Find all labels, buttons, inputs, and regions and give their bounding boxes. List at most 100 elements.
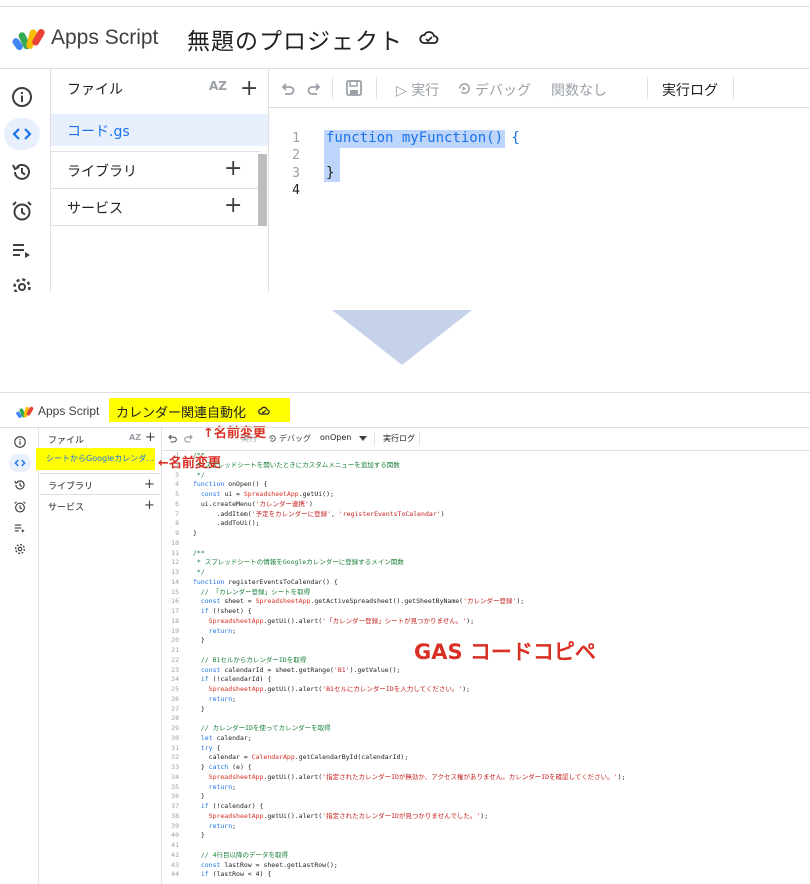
function-select[interactable]: onOpen bbox=[320, 433, 351, 442]
libraries-section[interactable]: ライブラリ + bbox=[51, 151, 261, 188]
info-icon[interactable] bbox=[10, 85, 34, 109]
sort-az-icon[interactable]: AZ bbox=[209, 79, 227, 93]
editor-toolbar: 実行 デバッグ onOpen 実行ログ bbox=[161, 428, 810, 451]
code-line: } bbox=[326, 164, 335, 181]
code-editor[interactable]: 1 function myFunction() {2 3} 4 bbox=[268, 108, 810, 292]
execution-log-button[interactable]: 実行ログ bbox=[662, 80, 718, 100]
app-name: Apps Script bbox=[38, 404, 100, 418]
code-row: 44 if (lastRow < 4) { bbox=[161, 870, 810, 879]
add-service-icon[interactable]: + bbox=[224, 195, 242, 217]
alarm-clock-icon[interactable] bbox=[10, 199, 34, 223]
history-icon[interactable] bbox=[10, 160, 34, 184]
history-icon[interactable] bbox=[13, 478, 27, 492]
code-line: * スプレッドシートの情報をGoogleカレンダーに登録するメイン関数 bbox=[193, 558, 404, 567]
function-select[interactable]: 関数なし bbox=[551, 80, 607, 100]
info-icon[interactable] bbox=[13, 435, 27, 449]
services-label: サービス bbox=[67, 201, 123, 217]
code-editor-icon[interactable] bbox=[13, 456, 27, 470]
code-line: return; bbox=[208, 626, 237, 635]
chevron-down-icon[interactable] bbox=[359, 436, 367, 442]
files-header: ファイル bbox=[48, 436, 85, 446]
divider bbox=[376, 77, 377, 99]
file-item[interactable]: シートからGoogleカレンダ… bbox=[36, 448, 155, 470]
debug-button[interactable]: デバッグ bbox=[475, 80, 531, 100]
code-row: 16 const sheet = SpreadsheetApp.getActiv… bbox=[161, 597, 810, 606]
line-number: 13 bbox=[171, 568, 179, 576]
line-number: 8 bbox=[175, 519, 179, 528]
add-file-icon[interactable]: + bbox=[145, 431, 156, 444]
code-row: 35 return; bbox=[161, 783, 810, 792]
line-number: 25 bbox=[171, 685, 179, 693]
services-section[interactable]: サービス + bbox=[51, 188, 261, 225]
debug-icon[interactable] bbox=[268, 434, 277, 443]
redo-icon[interactable] bbox=[183, 433, 194, 444]
sort-az-icon[interactable]: AZ bbox=[129, 433, 141, 442]
executions-icon[interactable] bbox=[10, 238, 34, 262]
code-row: 33 } catch (e) { bbox=[161, 763, 810, 772]
code-editor-icon[interactable] bbox=[10, 122, 34, 146]
code-line: ui.createMenu('カレンダー連携') bbox=[193, 499, 313, 508]
line-number: 3 bbox=[175, 470, 179, 479]
annotation-code-pasted: GAS コードコピペ bbox=[414, 640, 596, 664]
code-row: 25 SpreadsheetApp.getUi().alert('B1セルにカレ… bbox=[161, 685, 810, 694]
code-row: 30 let calendar; bbox=[161, 734, 810, 743]
line-number: 14 bbox=[171, 577, 179, 586]
code-line: const sheet = SpreadsheetApp.getActiveSp… bbox=[200, 597, 525, 606]
settings-icon[interactable] bbox=[10, 275, 34, 292]
line-number: 42 bbox=[171, 850, 179, 859]
code-line: const ui = SpreadsheetApp.getUi(); bbox=[200, 490, 334, 498]
code-row: 4 function onOpen() { bbox=[161, 480, 810, 489]
add-service-icon[interactable]: + bbox=[144, 499, 155, 512]
line-number: 1 bbox=[175, 451, 179, 459]
line-number: 4 bbox=[292, 182, 300, 198]
apps-script-logo-icon bbox=[16, 406, 34, 418]
code-line: * スプレッドシートを開いたときにカスタムメニューを追加する関数 bbox=[193, 460, 400, 469]
code-line: const calendarId = sheet.getRange('B1').… bbox=[200, 665, 401, 674]
project-title[interactable]: 無題のプロジェクト bbox=[187, 22, 403, 56]
debug-icon[interactable] bbox=[457, 81, 472, 96]
line-number: 12 bbox=[171, 558, 179, 567]
code-row: 7 .addItem('予定をカレンダーに登録', 'registerEvent… bbox=[161, 510, 810, 519]
code-row: 14 function registerEventsToCalendar() { bbox=[161, 578, 810, 587]
project-title[interactable]: カレンダー関連自動化 bbox=[116, 402, 246, 421]
code-line: // カレンダーIDを使ってカレンダーを取得 bbox=[193, 724, 331, 732]
line-number: 7 bbox=[175, 509, 179, 518]
alarm-clock-icon[interactable] bbox=[13, 500, 27, 514]
code-editor[interactable]: 1/** 2 * スプレッドシートを開いたときにカスタムメニューを追加する関数 3 … bbox=[161, 450, 810, 884]
code-row: 37 if (!calendar) { bbox=[161, 802, 810, 811]
debug-button[interactable]: デバッグ bbox=[279, 433, 311, 444]
executions-icon[interactable] bbox=[13, 521, 27, 535]
code-line: return; bbox=[208, 821, 237, 830]
execution-log-button[interactable]: 実行ログ bbox=[383, 433, 415, 444]
code-line: SpreadsheetApp.getUi().alert('「カレンダー登録」シ… bbox=[208, 616, 475, 625]
undo-icon[interactable] bbox=[167, 433, 178, 444]
cloud-saved-icon bbox=[258, 406, 270, 415]
panel-scrollbar[interactable] bbox=[258, 154, 267, 226]
code-row: 8 .addToUi(); bbox=[161, 519, 810, 528]
run-button[interactable]: 実行 bbox=[241, 433, 257, 444]
code-line: /** bbox=[193, 451, 205, 459]
code-row: 23 const calendarId = sheet.getRange('B1… bbox=[161, 666, 810, 675]
code-line: } catch (e) { bbox=[193, 763, 252, 771]
code-row: 28 bbox=[161, 714, 810, 723]
code-row: 10 bbox=[161, 539, 810, 548]
redo-icon[interactable] bbox=[306, 81, 322, 97]
code-line: // 4行目以降のデータを取得 bbox=[193, 850, 288, 859]
add-library-icon[interactable]: + bbox=[224, 158, 242, 180]
line-number: 28 bbox=[171, 714, 179, 723]
run-button[interactable]: ▷ 実行 bbox=[396, 80, 439, 100]
code-row: 39 return; bbox=[161, 822, 810, 831]
before-screenshot: Apps Script 無題のプロジェクト ファイル AZ + コード.gs ラ… bbox=[0, 0, 810, 292]
add-library-icon[interactable]: + bbox=[144, 478, 155, 491]
code-line: if (lastRow < 4) { bbox=[200, 870, 272, 879]
save-icon[interactable] bbox=[345, 79, 363, 97]
file-item[interactable]: コード.gs bbox=[51, 114, 268, 146]
settings-icon[interactable] bbox=[13, 542, 27, 556]
libraries-section[interactable]: ライブラリ + bbox=[39, 473, 161, 496]
services-section[interactable]: サービス + bbox=[39, 494, 161, 517]
code-line: SpreadsheetApp.getUi().alert('B1セルにカレンダー… bbox=[208, 685, 471, 693]
code-line: return; bbox=[208, 782, 237, 791]
undo-icon[interactable] bbox=[280, 81, 296, 97]
add-file-icon[interactable]: + bbox=[240, 78, 258, 100]
line-number: 30 bbox=[171, 733, 179, 742]
